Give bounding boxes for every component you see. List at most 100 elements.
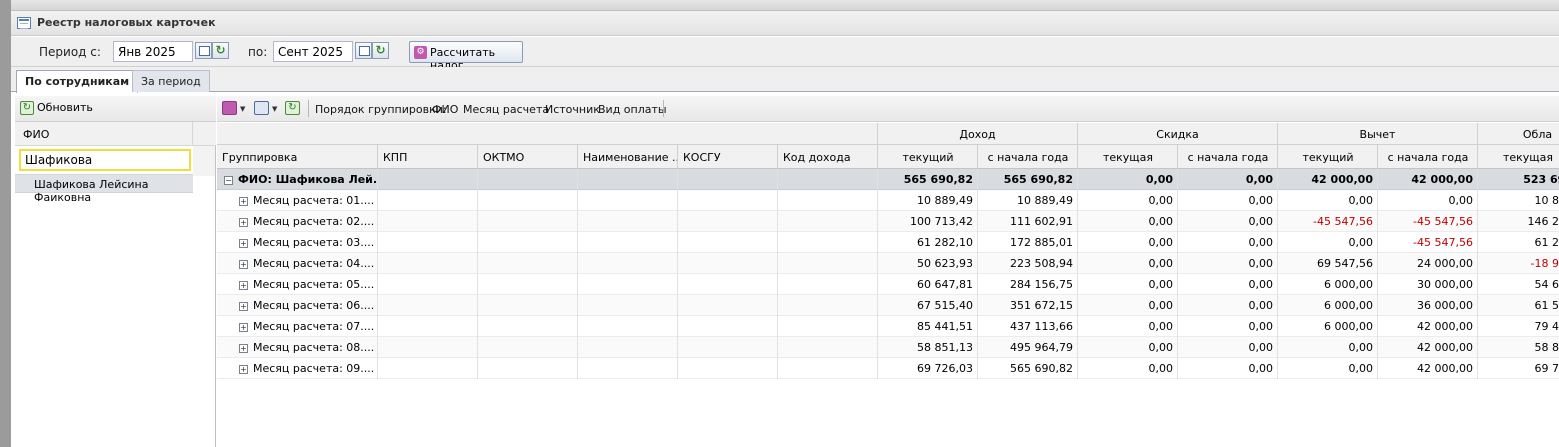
expand-icon[interactable]: +	[239, 218, 248, 227]
column-header-income-code[interactable]: Код дохода	[778, 145, 878, 169]
grouping-field-payment-type[interactable]: Вид оплаты	[598, 103, 667, 116]
column-header-discount-ytd[interactable]: с начала года	[1178, 145, 1278, 169]
period-from-field[interactable]: Янв 2025	[113, 41, 193, 62]
settings-icon[interactable]	[222, 101, 237, 115]
column-header-name[interactable]: Наименование ...	[578, 145, 678, 169]
calculate-icon: ⚙	[414, 46, 427, 59]
grouping-label: Месяц расчета: 01....	[253, 194, 375, 207]
empty-cell	[578, 232, 678, 253]
empty-cell	[578, 211, 678, 232]
refresh-icon[interactable]: ↻	[285, 101, 300, 115]
expand-icon[interactable]: +	[239, 281, 248, 290]
value-cell: 69 547,56	[1278, 253, 1378, 274]
value-cell: 0,00	[1178, 295, 1278, 316]
grouping-label: Месяц расчета: 05....	[253, 278, 375, 291]
grouping-cell: + Месяц расчета: 01....	[217, 190, 378, 211]
expand-icon[interactable]: +	[239, 260, 248, 269]
group-row[interactable]: − ФИО: Шафикова Лей... 565 690,82 565 690,8…	[217, 169, 1559, 190]
empty-cell	[678, 232, 778, 253]
column-header-kosgu[interactable]: КОСГУ	[678, 145, 778, 169]
grouping-label: Месяц расчета: 08....	[253, 341, 375, 354]
empty-cell	[578, 274, 678, 295]
table-row[interactable]: + Месяц расчета: 06.... 67 515,40 351 672,1…	[217, 295, 1559, 316]
grouping-cell: + Месяц расчета: 04....	[217, 253, 378, 274]
grouping-label: Месяц расчета: 07....	[253, 320, 375, 333]
window-titlebar: Реестр налоговых карточек	[11, 11, 1559, 36]
column-header-deduction-ytd[interactable]: с начала года	[1378, 145, 1478, 169]
refresh-button[interactable]: ↻ Обновить	[20, 101, 93, 115]
table-row[interactable]: + Месяц расчета: 03.... 61 282,10 172 885,0…	[217, 232, 1559, 253]
expand-icon[interactable]: +	[239, 239, 248, 248]
value-cell: 0,00	[1078, 190, 1178, 211]
grouping-field-fio[interactable]: ФИО	[432, 103, 458, 116]
value-cell: 0,00	[1078, 316, 1178, 337]
column-header-income-ytd[interactable]: с начала года	[978, 145, 1078, 169]
expand-icon[interactable]: +	[239, 344, 248, 353]
value-cell: 61 282	[1478, 232, 1559, 253]
value-cell: 0,00	[1278, 190, 1378, 211]
table-row[interactable]: + Месяц расчета: 01.... 10 889,49 10 889,49…	[217, 190, 1559, 211]
table-row[interactable]: + Месяц расчета: 05.... 60 647,81 284 156,7…	[217, 274, 1559, 295]
chevron-down-icon[interactable]: ▼	[240, 105, 245, 113]
employee-row[interactable]: Шафикова Лейсина Фаиковна	[15, 174, 193, 204]
value-cell: 223 508,94	[978, 253, 1078, 274]
expand-icon[interactable]: +	[239, 323, 248, 332]
calendar-icon[interactable]	[195, 42, 212, 59]
empty-cell	[778, 232, 878, 253]
chevron-down-icon[interactable]: ▼	[272, 105, 277, 113]
empty-cell	[778, 316, 878, 337]
value-cell: 54 647	[1478, 274, 1559, 295]
column-header-deduction-current[interactable]: текущий	[1278, 145, 1378, 169]
expand-icon[interactable]: +	[239, 197, 248, 206]
grouping-label: ФИО: Шафикова Лей...	[238, 173, 378, 186]
table-row[interactable]: + Месяц расчета: 07.... 85 441,51 437 113,6…	[217, 316, 1559, 337]
expand-icon[interactable]: +	[239, 302, 248, 311]
table-row[interactable]: + Месяц расчета: 04.... 50 623,93 223 508,9…	[217, 253, 1559, 274]
value-cell: 36 000,00	[1378, 295, 1478, 316]
value-cell: 42 000,00	[1378, 358, 1478, 379]
tab-by-employees[interactable]: По сотрудникам	[16, 70, 139, 93]
value-cell: 0,00	[1378, 190, 1478, 211]
empty-cell	[578, 169, 678, 190]
expand-icon[interactable]: +	[239, 365, 248, 374]
value-cell: 50 623,93	[878, 253, 978, 274]
registry-icon	[17, 17, 31, 29]
column-header-grouping[interactable]: Группировка	[217, 145, 378, 169]
fio-filter-input[interactable]: Шафикова	[19, 149, 191, 171]
column-header-taxable-current[interactable]: текущая	[1478, 145, 1559, 169]
empty-cell	[678, 169, 778, 190]
top-strip	[11, 0, 1559, 11]
tax-cards-grid: Доход Скидка Вычет Обла Группировка КПП …	[217, 123, 1559, 447]
empty-cell	[678, 274, 778, 295]
value-cell: 10 889,49	[978, 190, 1078, 211]
empty-cell	[578, 253, 678, 274]
tab-by-period[interactable]: За период	[132, 70, 210, 92]
grouping-field-source[interactable]: Источник	[545, 103, 600, 116]
table-row[interactable]: + Месяц расчета: 02.... 100 713,42 111 602,…	[217, 211, 1559, 232]
period-to-field[interactable]: Сент 2025	[273, 41, 353, 62]
empty-cell	[378, 211, 478, 232]
column-header-kpp[interactable]: КПП	[378, 145, 478, 169]
empty-cell	[578, 316, 678, 337]
grouping-field-month[interactable]: Месяц расчета	[463, 103, 549, 116]
column-header-income-current[interactable]: текущий	[878, 145, 978, 169]
collapse-icon[interactable]: −	[224, 176, 233, 185]
calendar-icon[interactable]	[355, 42, 372, 59]
grouping-label: Месяц расчета: 09....	[253, 362, 375, 375]
column-header-oktmo[interactable]: ОКТМО	[478, 145, 578, 169]
table-row[interactable]: + Месяц расчета: 09.... 69 726,03 565 690,8…	[217, 358, 1559, 379]
empty-cell	[378, 337, 478, 358]
table-row[interactable]: + Месяц расчета: 08.... 58 851,13 495 964,7…	[217, 337, 1559, 358]
column-header-discount-current[interactable]: текущая	[1078, 145, 1178, 169]
value-cell: 0,00	[1178, 274, 1278, 295]
window-title: Реестр налоговых карточек	[37, 16, 216, 29]
empty-cell	[678, 211, 778, 232]
print-icon[interactable]	[254, 101, 269, 115]
period-bar: Период с: Янв 2025 ↻ по: Сент 2025 ↻ ⚙ Р…	[11, 37, 1559, 72]
value-cell: -45 547,56	[1378, 232, 1478, 253]
refresh-period-icon[interactable]: ↻	[372, 42, 389, 59]
refresh-period-icon[interactable]: ↻	[212, 42, 229, 59]
employee-column-header[interactable]: ФИО	[15, 122, 216, 146]
tax-grid-panel: ▼ ▼ ↻ Порядок группировки: ФИО Месяц рас…	[217, 96, 1559, 447]
calculate-tax-button[interactable]: ⚙ Рассчитать налог	[409, 41, 523, 72]
